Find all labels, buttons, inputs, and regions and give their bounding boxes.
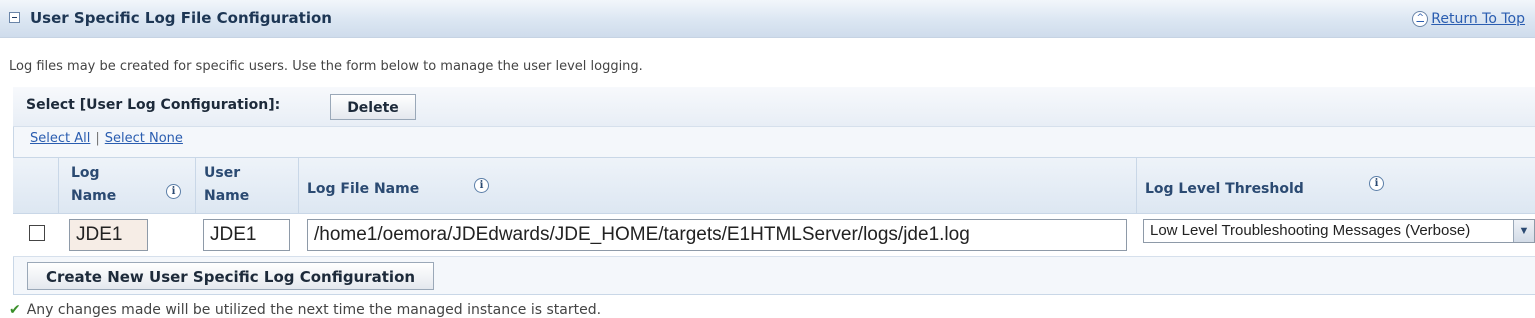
- chevron-up-icon: ^: [1412, 11, 1429, 27]
- return-to-top-link[interactable]: ^ Return To Top: [1412, 11, 1525, 27]
- row-select-checkbox[interactable]: [29, 225, 45, 241]
- column-header-log-name: Log Name: [71, 165, 117, 204]
- check-icon: ✔: [9, 302, 21, 318]
- selection-label: Select [User Log Configuration]:: [26, 97, 281, 113]
- section-title: User Specific Log File Configuration: [30, 9, 332, 27]
- status-message-text: Any changes made will be utilized the ne…: [26, 302, 602, 318]
- column-header-user-name: User Name: [204, 165, 250, 204]
- log-name-field[interactable]: JDE1: [69, 219, 148, 251]
- create-config-button[interactable]: Create New User Specific Log Configurati…: [27, 262, 434, 290]
- return-to-top-label: Return To Top: [1431, 11, 1525, 27]
- status-message: ✔ Any changes made will be utilized the n…: [9, 302, 601, 318]
- select-all-link[interactable]: Select All: [30, 131, 90, 146]
- column-header-log-level: Log Level Threshold: [1145, 181, 1304, 197]
- link-separator: |: [95, 131, 100, 146]
- info-icon[interactable]: i: [166, 184, 181, 199]
- log-file-name-field[interactable]: /home1/oemora/JDEdwards/JDE_HOME/targets…: [307, 219, 1127, 251]
- chevron-down-icon: ▼: [1513, 220, 1534, 242]
- intro-text: Log files may be created for specific us…: [9, 59, 643, 74]
- delete-button[interactable]: Delete: [330, 94, 416, 120]
- user-name-field[interactable]: JDE1: [203, 219, 290, 251]
- info-icon[interactable]: i: [1369, 176, 1384, 191]
- info-icon[interactable]: i: [474, 178, 489, 193]
- select-none-link[interactable]: Select None: [105, 131, 183, 146]
- selection-links: Select All | Select None: [30, 131, 183, 146]
- column-header-log-file-name: Log File Name: [307, 181, 420, 197]
- collapse-icon[interactable]: [9, 12, 20, 23]
- log-level-select[interactable]: Low Level Troubleshooting Messages (Verb…: [1143, 219, 1535, 243]
- log-level-value: Low Level Troubleshooting Messages (Verb…: [1150, 222, 1471, 239]
